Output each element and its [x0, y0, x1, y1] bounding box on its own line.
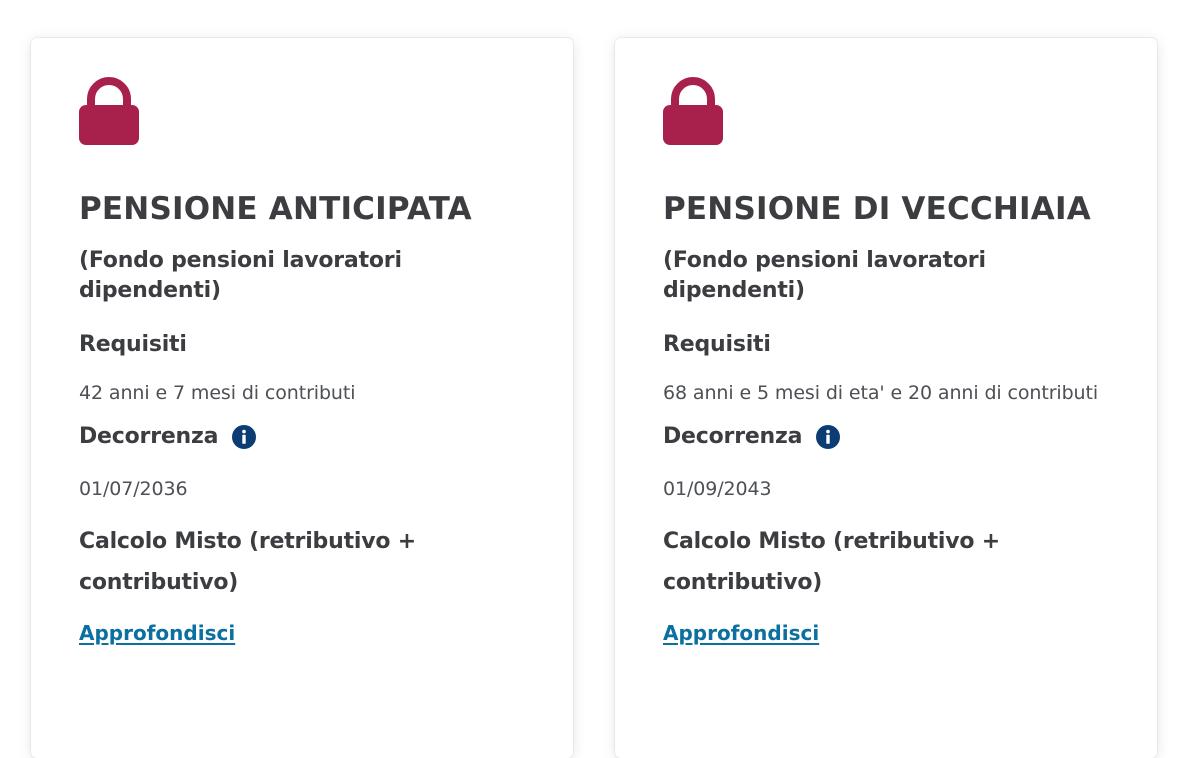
card-subtitle: (Fondo pensioni lavoratori dipendenti) — [79, 248, 402, 303]
card-title: PENSIONE ANTICIPATA — [79, 191, 472, 227]
decorrenza-value: 01/09/2043 — [663, 478, 772, 500]
lock-icon — [79, 77, 139, 145]
decorrenza-label: Decorrenza — [79, 424, 219, 449]
pension-card-vecchiaia: PENSIONE DI VECCHIAIA (Fondo pensioni la… — [615, 38, 1157, 758]
info-icon[interactable] — [816, 425, 841, 449]
requisiti-label: Requisiti — [79, 332, 187, 357]
approfondisci-link[interactable]: Approfondisci — [663, 618, 819, 648]
decorrenza-value: 01/07/2036 — [79, 478, 188, 500]
requisiti-label: Requisiti — [663, 332, 771, 357]
decorrenza-row: Decorrenza — [79, 422, 525, 452]
card-subtitle: (Fondo pensioni lavoratori dipendenti) — [663, 248, 986, 303]
pension-card-anticipata: PENSIONE ANTICIPATA (Fondo pensioni lavo… — [31, 38, 573, 758]
decorrenza-label: Decorrenza — [663, 424, 803, 449]
info-icon[interactable] — [232, 425, 257, 449]
requisiti-value: 68 anni e 5 mesi di eta' e 20 anni di co… — [663, 382, 1099, 404]
calcolo-label: Calcolo Misto (retributivo + contributiv… — [663, 529, 1000, 595]
calcolo-label: Calcolo Misto (retributivo + contributiv… — [79, 529, 416, 595]
approfondisci-link[interactable]: Approfondisci — [79, 618, 235, 648]
lock-icon — [663, 77, 723, 145]
decorrenza-row: Decorrenza — [663, 422, 1109, 452]
requisiti-value: 42 anni e 7 mesi di contributi — [79, 382, 356, 404]
card-title: PENSIONE DI VECCHIAIA — [663, 191, 1091, 227]
